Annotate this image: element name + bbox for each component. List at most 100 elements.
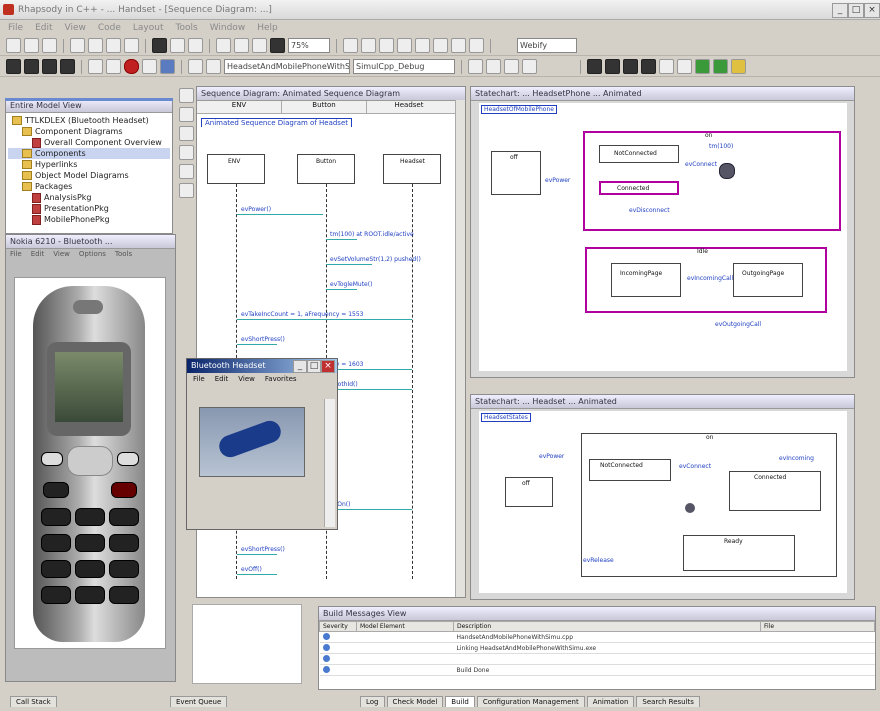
- headset-close-button[interactable]: ×: [321, 360, 335, 373]
- align-icon[interactable]: [343, 38, 358, 53]
- message-tool-icon[interactable]: [179, 145, 194, 160]
- preview-icon[interactable]: [188, 38, 203, 53]
- output-icon[interactable]: [469, 38, 484, 53]
- menu-help[interactable]: Help: [257, 23, 278, 33]
- close-button[interactable]: ×: [864, 3, 880, 18]
- stop-animation-icon[interactable]: [124, 59, 139, 74]
- headset-scrollbar[interactable]: [324, 399, 335, 527]
- minimize-button[interactable]: _: [832, 3, 848, 18]
- tab-configuration-management[interactable]: Configuration Management: [476, 696, 585, 707]
- keypad-key[interactable]: [109, 508, 139, 526]
- tree-item[interactable]: PresentationPkg: [8, 203, 170, 214]
- headset-maximize-button[interactable]: □: [307, 360, 321, 373]
- binoculars-icon[interactable]: [152, 38, 167, 53]
- keypad-key[interactable]: [75, 560, 105, 578]
- timeout-tool-icon[interactable]: [179, 164, 194, 179]
- table-row[interactable]: Build Done: [319, 664, 875, 676]
- go-event-icon[interactable]: [60, 59, 75, 74]
- zoom-fit-icon[interactable]: [252, 38, 267, 53]
- end-key[interactable]: [111, 482, 137, 498]
- tab-check-model[interactable]: Check Model: [386, 696, 444, 707]
- menu-edit[interactable]: Edit: [35, 23, 52, 33]
- keypad-key[interactable]: [41, 586, 71, 604]
- instances-icon[interactable]: [160, 59, 175, 74]
- menu-file[interactable]: File: [8, 23, 23, 33]
- soft-key-right[interactable]: [117, 452, 139, 466]
- undo-icon[interactable]: [124, 38, 139, 53]
- headset-menu-file[interactable]: File: [193, 375, 205, 383]
- layout-window-icon[interactable]: [641, 59, 656, 74]
- zoom-in-icon[interactable]: [216, 38, 231, 53]
- state-incoming-page[interactable]: IncomingPage: [611, 263, 681, 297]
- tree-item[interactable]: MobilePhonePkg: [8, 214, 170, 225]
- run-icon[interactable]: [504, 59, 519, 74]
- diagram-icon[interactable]: [379, 38, 394, 53]
- state-headset-not-connected[interactable]: NotConnected: [589, 459, 671, 481]
- properties-icon[interactable]: [451, 38, 466, 53]
- new-icon[interactable]: [6, 38, 21, 53]
- phone-menu-edit[interactable]: Edit: [31, 250, 45, 258]
- phone-menu-options[interactable]: Options: [79, 250, 106, 258]
- config-combo[interactable]: SimulCpp_Debug: [353, 59, 455, 74]
- scope-combo[interactable]: HeadsetAndMobilePhoneWithSimu: [224, 59, 350, 74]
- mobile-phone[interactable]: [33, 286, 145, 642]
- go-icon[interactable]: [6, 59, 21, 74]
- print-icon[interactable]: [170, 38, 185, 53]
- state-outgoing-page[interactable]: OutgoingPage: [733, 263, 803, 297]
- state-not-connected[interactable]: NotConnected: [599, 145, 679, 163]
- lifeline-headset-box[interactable]: Headset: [383, 154, 441, 184]
- headset-minimize-button[interactable]: _: [293, 360, 307, 373]
- layout-tile-icon[interactable]: [605, 59, 620, 74]
- header-severity[interactable]: Severity: [319, 621, 357, 632]
- breakpoint-icon[interactable]: [206, 59, 221, 74]
- resume-icon[interactable]: [713, 59, 728, 74]
- trace-icon[interactable]: [106, 59, 121, 74]
- layout-cascade-icon[interactable]: [623, 59, 638, 74]
- headset-menu-edit[interactable]: Edit: [215, 375, 229, 383]
- state-headset-ready[interactable]: Ready: [683, 535, 795, 571]
- menu-tools[interactable]: Tools: [176, 23, 198, 33]
- folder-icon[interactable]: [731, 59, 746, 74]
- browser-icon[interactable]: [397, 38, 412, 53]
- keypad-key[interactable]: [75, 534, 105, 552]
- lifeline-button-box[interactable]: Button: [297, 154, 355, 184]
- tab-build[interactable]: Build: [445, 696, 475, 707]
- phone-menu-view[interactable]: View: [53, 250, 70, 258]
- state-tool-icon[interactable]: [179, 107, 194, 122]
- tab-event-queue[interactable]: Event Queue: [170, 696, 228, 707]
- menu-view[interactable]: View: [65, 23, 86, 33]
- state-headset-off[interactable]: off: [505, 477, 553, 507]
- call-key[interactable]: [43, 482, 69, 498]
- webify-combo[interactable]: Webify: [517, 38, 577, 53]
- tree-item[interactable]: Object Model Diagrams: [8, 170, 170, 181]
- table-row[interactable]: HandsetAndMobilePhoneWithSimu.cpp: [319, 631, 875, 643]
- condition-connector[interactable]: [719, 163, 735, 179]
- keypad-key[interactable]: [41, 508, 71, 526]
- go-step-icon[interactable]: [24, 59, 39, 74]
- make-icon[interactable]: [486, 59, 501, 74]
- keypad-key[interactable]: [75, 586, 105, 604]
- header-model-element[interactable]: Model Element: [356, 621, 454, 632]
- locate-icon[interactable]: [433, 38, 448, 53]
- sequence-scrollbar[interactable]: [455, 100, 465, 597]
- menu-layout[interactable]: Layout: [133, 23, 164, 33]
- select-tool-icon[interactable]: [179, 88, 194, 103]
- break-icon[interactable]: [88, 59, 103, 74]
- lifeline-env-box[interactable]: ENV: [207, 154, 265, 184]
- statechart-headset-canvas[interactable]: HeadsetStates off on NotConnected Connec…: [479, 411, 847, 593]
- copy-icon[interactable]: [88, 38, 103, 53]
- table-row[interactable]: Linking HeadsetAndMobilePhoneWithSimu.ex…: [319, 642, 875, 654]
- keypad-key[interactable]: [75, 508, 105, 526]
- nav-key[interactable]: [67, 446, 113, 476]
- state-off[interactable]: off: [491, 151, 541, 195]
- statechart-phone-canvas[interactable]: HeadsetOfMobilePhone off on NotConnected…: [479, 103, 847, 371]
- keypad-key[interactable]: [41, 534, 71, 552]
- layout-grid-icon[interactable]: [587, 59, 602, 74]
- zoom-window-icon[interactable]: [659, 59, 674, 74]
- headset-menu-view[interactable]: View: [238, 375, 255, 383]
- state-headset-connected[interactable]: Connected: [729, 471, 821, 511]
- zoom-window2-icon[interactable]: [677, 59, 692, 74]
- zoom-combo[interactable]: 75%: [288, 38, 330, 53]
- save-icon[interactable]: [42, 38, 57, 53]
- headset-condition-connector[interactable]: [685, 503, 695, 513]
